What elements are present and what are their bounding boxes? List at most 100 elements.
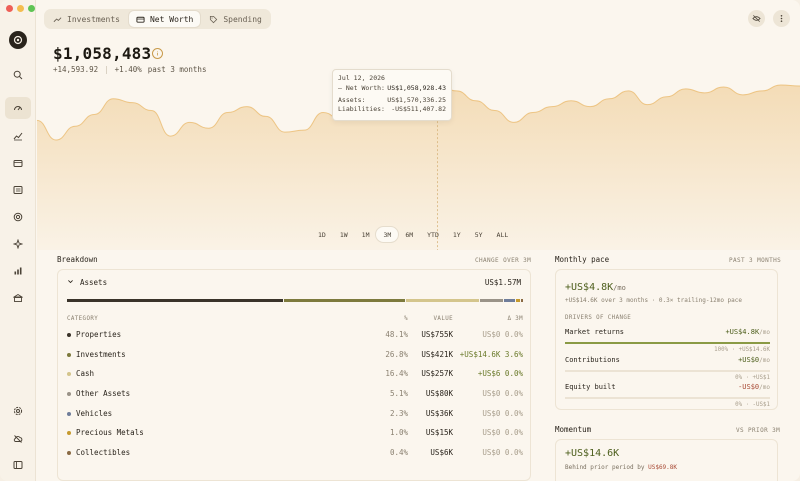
driver-amount: +US$0/mo	[738, 356, 770, 364]
monthly-pace-title: Monthly pace	[555, 255, 610, 264]
app-logo-icon[interactable]	[9, 31, 27, 49]
row-pct: 2.3%	[389, 409, 408, 418]
range-selector: 1D 1W 1M 3M 6M YTD 1Y 5Y ALL	[311, 227, 515, 242]
row-name: Properties	[76, 330, 122, 339]
tooltip-net-worth-row: — Net Worth: US$1,058,928.43	[338, 84, 446, 93]
monthly-pace-subtitle: PAST 3 MONTHS	[729, 257, 782, 264]
table-row[interactable]: Precious Metals 1.0% US$15K US$0 0.0%	[67, 428, 523, 440]
driver-meta: 0% · +US$1	[735, 375, 770, 381]
row-value: US$6K	[430, 448, 453, 457]
row-delta: +US$14.6K 3.6%	[459, 350, 523, 359]
range-5y[interactable]: 5Y	[468, 227, 490, 242]
bullet-icon	[67, 371, 71, 376]
row-value: US$257K	[421, 369, 453, 378]
assets-total: US$1.57M	[484, 278, 521, 287]
monthly-pace-card: +US$4.8K/mo +US$14.6K over 3 months · 0.…	[555, 269, 778, 410]
row-delta: US$0 0.0%	[482, 389, 523, 398]
driver-amount-value: +US$4.8K	[725, 328, 760, 336]
search-icon[interactable]	[5, 64, 31, 86]
row-delta: US$0 0.0%	[482, 448, 523, 457]
tooltip-liabilities-label: Liabilities:	[338, 105, 385, 113]
row-delta: US$0 0.0%	[482, 409, 523, 418]
driver-meta: 100% · +US$14.6K	[714, 347, 770, 353]
range-6m[interactable]: 6M	[398, 227, 420, 242]
driver-name: Market returns	[565, 328, 625, 336]
info-icon[interactable]	[152, 48, 163, 59]
row-value: US$15K	[425, 428, 453, 437]
table-row[interactable]: Vehicles 2.3% US$36K US$0 0.0%	[67, 409, 523, 421]
row-name: Cash	[76, 369, 95, 378]
range-1d[interactable]: 1D	[311, 227, 333, 242]
pace-unit: /mo	[613, 284, 626, 292]
row-value: US$80K	[425, 389, 453, 398]
allocation-segment	[521, 299, 524, 302]
chevron-down-icon[interactable]	[67, 278, 74, 287]
pace-subtext: +US$14.6K over 3 months · 0.3× trailing-…	[565, 297, 743, 304]
range-1w[interactable]: 1W	[333, 227, 355, 242]
col-category-header: CATEGORY	[67, 316, 99, 322]
row-pct: 16.4%	[385, 369, 408, 378]
range-all[interactable]: ALL	[490, 227, 516, 242]
allocation-segment	[67, 299, 284, 302]
pace-amount: +US$4.8K	[565, 282, 614, 293]
driver-name: Equity built	[565, 383, 616, 391]
range-ytd[interactable]: YTD	[420, 227, 446, 242]
assets-summary[interactable]: Assets US$1.57M	[67, 278, 521, 287]
bullet-icon	[67, 411, 71, 416]
maximize-window-button[interactable]	[28, 5, 35, 12]
driver-bar	[565, 397, 770, 399]
row-delta: +US$6 0.0%	[477, 369, 523, 378]
minimize-window-button[interactable]	[17, 5, 24, 12]
range-1m[interactable]: 1M	[355, 227, 377, 242]
driver-amount: -US$0/mo	[738, 383, 770, 391]
range-1y[interactable]: 1Y	[446, 227, 468, 242]
row-delta: US$0 0.0%	[482, 428, 523, 437]
target-icon[interactable]	[5, 206, 31, 228]
bullet-icon	[67, 450, 71, 455]
bullet-icon	[67, 430, 71, 435]
bank-icon[interactable]	[5, 287, 31, 309]
driver-amount-unit: /mo	[759, 357, 770, 364]
privacy-cloud-icon[interactable]	[5, 428, 31, 450]
dashboard-gauge-icon[interactable]	[5, 97, 31, 119]
net-worth-value: $1,058,483	[53, 44, 152, 63]
tooltip-liabilities-row: Liabilities: -US$511,407.82	[338, 105, 446, 114]
momentum-subtext: Behind prior period by US$69.8K	[565, 464, 677, 471]
settings-gear-icon[interactable]	[5, 400, 31, 422]
close-window-button[interactable]	[6, 5, 13, 12]
table-row[interactable]: Investments 26.8% US$421K +US$14.6K 3.6%	[67, 350, 523, 362]
collapse-sidebar-icon[interactable]	[5, 454, 31, 476]
table-row[interactable]: Cash 16.4% US$257K +US$6 0.0%	[67, 369, 523, 381]
driver-bar	[565, 370, 770, 372]
row-name: Investments	[76, 350, 126, 359]
col-value-header: VALUE	[433, 316, 453, 322]
wallet-icon[interactable]	[5, 152, 31, 174]
row-value: US$421K	[421, 350, 453, 359]
tooltip-net-worth-value: US$1,058,928.43	[387, 84, 446, 92]
sparkle-icon[interactable]	[5, 233, 31, 255]
range-3m[interactable]: 3M	[376, 227, 399, 242]
bullet-icon	[67, 391, 71, 396]
assets-label: Assets	[80, 278, 108, 287]
list-icon[interactable]	[5, 179, 31, 201]
driver-bar-fill	[565, 342, 770, 344]
window-controls	[6, 5, 35, 12]
allocation-bar	[67, 299, 524, 302]
row-pct: 48.1%	[385, 330, 408, 339]
app-window: Investments Net Worth Spending $1,058,48…	[0, 0, 800, 481]
net-worth-change: +14,593.92 | +1.40% past 3 months	[53, 65, 206, 74]
table-row[interactable]: Collectibles 0.4% US$6K US$0 0.0%	[67, 448, 523, 460]
table-row[interactable]: Other Assets 5.1% US$80K US$0 0.0%	[67, 389, 523, 401]
bullet-icon	[67, 332, 71, 337]
tooltip-assets-row: Assets: US$1,570,336.25	[338, 96, 446, 105]
row-name: Other Assets	[76, 389, 131, 398]
driver-amount-value: -US$0	[738, 383, 760, 391]
allocation-segment	[504, 299, 515, 302]
table-row[interactable]: Properties 48.1% US$755K US$0 0.0%	[67, 330, 523, 342]
separator: |	[104, 65, 109, 74]
pace-value: +US$4.8K/mo	[565, 282, 626, 293]
chart-icon[interactable]	[5, 125, 31, 147]
col-delta-header: Δ 3M	[507, 316, 523, 322]
bar-chart-icon[interactable]	[5, 260, 31, 282]
driver-amount-unit: /mo	[759, 329, 770, 336]
